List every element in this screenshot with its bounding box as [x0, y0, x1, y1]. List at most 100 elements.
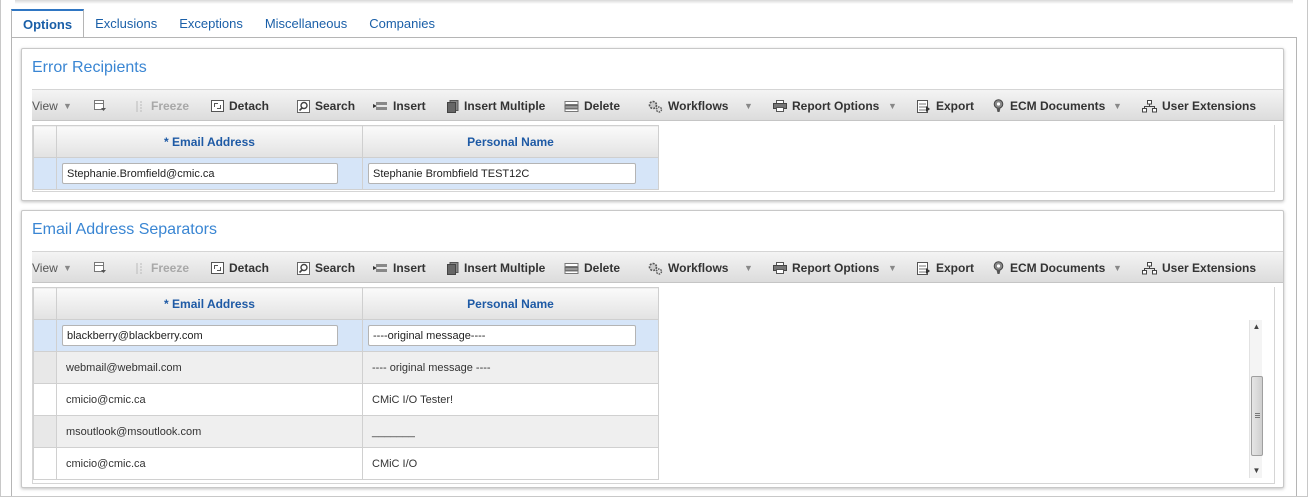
table-row[interactable]	[33, 157, 659, 190]
tab-options[interactable]: Options	[11, 9, 85, 38]
user-extensions-icon	[1142, 99, 1157, 112]
detach-label: Detach	[229, 98, 270, 113]
ecm-documents-icon	[993, 261, 1004, 274]
personal-name-cell	[362, 319, 659, 352]
chevron-down-icon[interactable]: ▼	[888, 252, 897, 284]
chevron-down-icon[interactable]: ▼	[1113, 252, 1122, 284]
chevron-down-icon[interactable]: ▼	[744, 90, 753, 122]
tab-exclusions[interactable]: Exclusions	[84, 10, 168, 38]
email-separators-section: Email Address Separators View ▼ Freeze D…	[21, 210, 1284, 488]
personal-name-cell	[362, 157, 659, 190]
insert-label: Insert	[393, 260, 426, 275]
email-cell: msoutlook@msoutlook.com	[56, 415, 363, 448]
email-cell	[56, 157, 363, 190]
search-button[interactable]: Search	[297, 90, 355, 122]
email-field[interactable]	[62, 163, 338, 184]
export-button[interactable]: Export	[917, 252, 974, 284]
email-address-column-header[interactable]: * Email Address	[56, 125, 363, 158]
export-button[interactable]: Export	[917, 90, 974, 122]
insert-multiple-label: Insert Multiple	[464, 98, 546, 113]
personal-name-column-header[interactable]: Personal Name	[362, 287, 659, 320]
export-icon	[917, 261, 930, 275]
toolbar: View ▼ Freeze Detach Search Insert Inser…	[32, 89, 1283, 121]
row-selector[interactable]	[33, 415, 57, 448]
ecm-documents-button[interactable]: ECM Documents	[992, 90, 1105, 122]
user-extensions-button[interactable]: User Extensions	[1142, 90, 1256, 122]
detach-button[interactable]: Detach	[211, 90, 269, 122]
chevron-down-icon[interactable]: ▼	[1113, 90, 1122, 122]
column-chooser-button[interactable]	[94, 90, 112, 122]
insert-icon	[373, 101, 387, 110]
insert-multiple-button[interactable]: Insert Multiple	[447, 90, 545, 122]
vertical-scrollbar[interactable]: ▲ ▼	[1249, 320, 1263, 478]
insert-label: Insert	[393, 98, 426, 113]
insert-button[interactable]: Insert	[373, 90, 426, 122]
scrollbar-thumb[interactable]	[1251, 376, 1263, 456]
row-selector[interactable]	[33, 157, 57, 190]
row-selector-header	[33, 125, 57, 158]
tab-content: Error Recipients View ▼ Freeze Detach Se…	[11, 37, 1297, 496]
detach-button[interactable]: Detach	[211, 252, 269, 284]
tab-companies[interactable]: Companies	[358, 10, 446, 38]
detach-icon	[211, 262, 224, 274]
personal-name-cell: CMiC I/O	[362, 447, 659, 480]
user-extensions-button[interactable]: User Extensions	[1142, 252, 1256, 284]
row-selector[interactable]	[33, 383, 57, 416]
view-menu-button[interactable]: View	[32, 90, 58, 122]
personal-name-field[interactable]	[368, 325, 636, 346]
workflows-button[interactable]: Workflows	[648, 252, 728, 284]
email-field[interactable]	[62, 325, 338, 346]
table-row[interactable]: cmicio@cmic.ca CMiC I/O Tester!	[33, 383, 659, 416]
scroll-down-arrow-icon[interactable]: ▼	[1250, 464, 1263, 478]
personal-name-field[interactable]	[368, 163, 636, 184]
detach-label: Detach	[229, 260, 270, 275]
error-recipients-table: * Email Address Personal Name	[33, 125, 659, 190]
email-cell	[56, 319, 363, 352]
report-options-label: Report Options	[792, 260, 880, 275]
insert-multiple-label: Insert Multiple	[464, 260, 546, 275]
tab-miscellaneous[interactable]: Miscellaneous	[254, 10, 358, 38]
user-extensions-icon	[1142, 261, 1157, 274]
chevron-down-icon[interactable]: ▼	[744, 252, 753, 284]
table-row[interactable]: cmicio@cmic.ca CMiC I/O	[33, 447, 659, 480]
workflows-button[interactable]: Workflows	[648, 90, 728, 122]
row-selector[interactable]	[33, 319, 57, 352]
chevron-down-icon[interactable]: ▼	[63, 90, 72, 122]
section-title: Error Recipients	[32, 59, 147, 76]
row-selector[interactable]	[33, 351, 57, 384]
search-button[interactable]: Search	[297, 252, 355, 284]
row-selector-header	[33, 287, 57, 320]
export-label: Export	[936, 98, 975, 113]
table-row[interactable]	[33, 319, 659, 352]
delete-button[interactable]: Delete	[564, 90, 620, 122]
row-selector[interactable]	[33, 447, 57, 480]
user-extensions-label: User Extensions	[1162, 260, 1257, 275]
freeze-button[interactable]: Freeze	[136, 90, 189, 122]
view-menu-button[interactable]: View	[32, 252, 58, 284]
freeze-button[interactable]: Freeze	[136, 252, 189, 284]
table-row[interactable]: msoutlook@msoutlook.com _______	[33, 415, 659, 448]
ecm-documents-button[interactable]: ECM Documents	[992, 252, 1105, 284]
insert-multiple-button[interactable]: Insert Multiple	[447, 252, 545, 284]
personal-name-cell: ---- original message ----	[362, 351, 659, 384]
report-options-button[interactable]: Report Options	[773, 90, 879, 122]
email-cell: cmicio@cmic.ca	[56, 383, 363, 416]
delete-icon	[564, 100, 579, 112]
email-address-column-header[interactable]: * Email Address	[56, 287, 363, 320]
email-separators-grid: * Email Address Personal Name webmail@we…	[32, 287, 1275, 484]
chevron-down-icon[interactable]: ▼	[63, 252, 72, 284]
report-options-button[interactable]: Report Options	[773, 252, 879, 284]
freeze-icon	[136, 262, 142, 274]
grip-icon	[1255, 413, 1260, 418]
column-chooser-button[interactable]	[94, 252, 112, 284]
delete-button[interactable]: Delete	[564, 252, 620, 284]
chevron-down-icon[interactable]: ▼	[888, 90, 897, 122]
personal-name-column-header[interactable]: Personal Name	[362, 125, 659, 158]
table-row[interactable]: webmail@webmail.com ---- original messag…	[33, 351, 659, 384]
tab-exceptions[interactable]: Exceptions	[168, 10, 254, 38]
column-chooser-icon	[94, 262, 106, 273]
insert-button[interactable]: Insert	[373, 252, 426, 284]
scroll-up-arrow-icon[interactable]: ▲	[1250, 320, 1263, 334]
email-cell: cmicio@cmic.ca	[56, 447, 363, 480]
page: Options Exclusions Exceptions Miscellane…	[0, 0, 1308, 497]
